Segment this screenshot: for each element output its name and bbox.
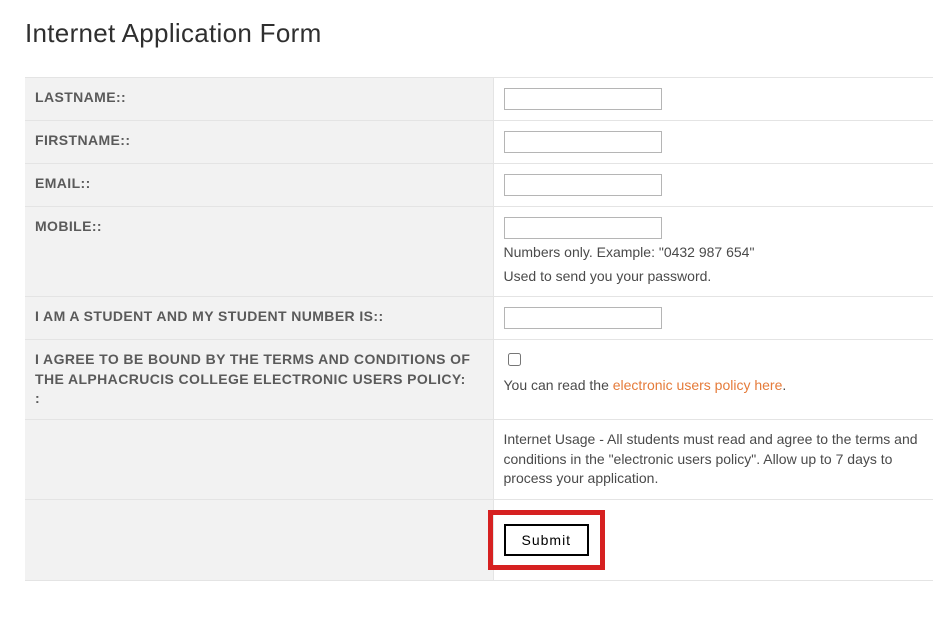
submit-button[interactable]: Submit xyxy=(504,524,590,556)
mobile-input[interactable] xyxy=(504,217,662,239)
label-mobile: MOBILE:: xyxy=(25,207,493,297)
mobile-hint-1: Numbers only. Example: "0432 987 654" xyxy=(504,243,924,263)
agree-checkbox[interactable] xyxy=(508,353,521,366)
label-usage-empty xyxy=(25,419,493,499)
agree-hint: You can read the electronic users policy… xyxy=(504,376,924,396)
label-submit-empty xyxy=(25,499,493,580)
label-email: EMAIL:: xyxy=(25,164,493,207)
label-agree: I AGREE TO BE BOUND BY THE TERMS AND CON… xyxy=(25,340,493,420)
label-lastname: LASTNAME:: xyxy=(25,78,493,121)
form-table: LASTNAME:: FIRSTNAME:: EMAIL:: xyxy=(25,77,933,581)
usage-text: Internet Usage - All students must read … xyxy=(493,419,933,499)
mobile-hint-2: Used to send you your password. xyxy=(504,267,924,287)
email-input[interactable] xyxy=(504,174,662,196)
label-student: I AM A STUDENT AND MY STUDENT NUMBER IS:… xyxy=(25,297,493,340)
lastname-input[interactable] xyxy=(504,88,662,110)
page-title: Internet Application Form xyxy=(25,18,933,49)
firstname-input[interactable] xyxy=(504,131,662,153)
electronic-users-policy-link[interactable]: electronic users policy here xyxy=(613,377,783,393)
student-number-input[interactable] xyxy=(504,307,662,329)
submit-highlight-box: Submit xyxy=(488,510,606,570)
label-firstname: FIRSTNAME:: xyxy=(25,121,493,164)
